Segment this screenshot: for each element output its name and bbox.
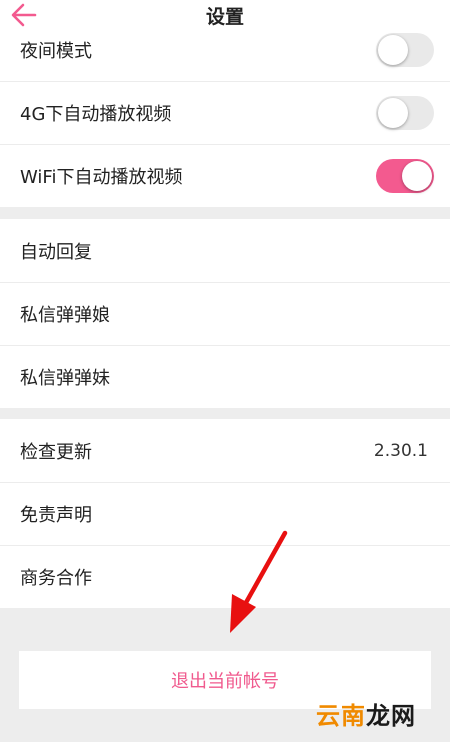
message-settings-section: 自动回复 私信弹弹娘 私信弹弹妹 [0,219,450,408]
watermark-logo: 云南龙网 [316,696,416,731]
4g-autoplay-toggle[interactable] [376,95,434,130]
setting-row-wifi-autoplay: WiFi下自动播放视频 [0,144,450,207]
setting-label: 免责声明 [20,504,92,526]
header-bar: 设置 [0,0,450,32]
wifi-autoplay-toggle[interactable] [376,158,434,193]
setting-label: 私信弹弹娘 [20,304,110,326]
setting-row-pm-danmu-niang[interactable]: 私信弹弹娘 [0,282,450,345]
setting-label: 商务合作 [20,567,92,589]
setting-row-4g-autoplay: 4G下自动播放视频 [0,81,450,144]
watermark-part2: 龙网 [366,702,416,730]
setting-row-check-update[interactable]: 检查更新 2.30.1 [0,419,450,482]
setting-label: 自动回复 [20,241,92,263]
setting-label: 私信弹弹妹 [20,367,110,389]
toggle-knob [378,34,408,65]
version-number: 2.30.1 [373,440,428,461]
about-settings-section: 检查更新 2.30.1 免责声明 商务合作 [0,419,450,608]
setting-row-pm-danmu-mei[interactable]: 私信弹弹妹 [0,345,450,408]
setting-row-auto-reply[interactable]: 自动回复 [0,219,450,282]
setting-row-business[interactable]: 商务合作 [0,545,450,608]
setting-row-disclaimer[interactable]: 免责声明 [0,482,450,545]
toggle-knob [402,160,432,191]
watermark-part1: 云南 [316,702,366,730]
toggle-knob [378,97,408,128]
toggle-settings-section: 夜间模式 4G下自动播放视频 WiFi下自动播放视频 [0,18,450,207]
page-title: 设置 [205,6,244,28]
night-mode-toggle[interactable] [376,32,434,67]
